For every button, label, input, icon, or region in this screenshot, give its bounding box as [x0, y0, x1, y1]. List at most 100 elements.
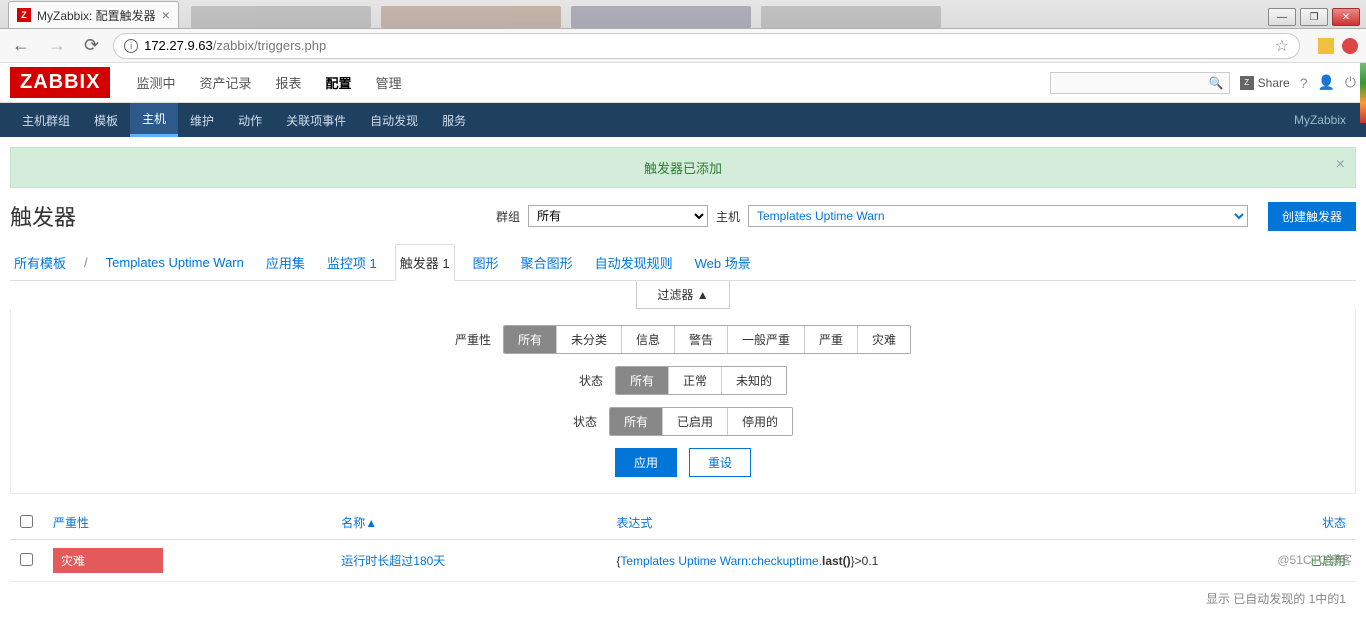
status-disabled[interactable]: 停用的 [728, 408, 792, 435]
nav-inventory[interactable]: 资产记录 [187, 63, 263, 102]
table-footer: 显示 已自动发现的 1中的1 [10, 582, 1356, 615]
trigger-name-link[interactable]: 运行时长超过180天 [341, 554, 445, 568]
subnav-correlation[interactable]: 关联项事件 [274, 103, 358, 137]
page-title: 触发器 [10, 200, 76, 232]
subnav-services[interactable]: 服务 [430, 103, 478, 137]
page-title-row: 触发器 群组 所有 主机 Templates Uptime Warn 创建触发器 [10, 200, 1356, 232]
tab-items[interactable]: 监控项 1 [323, 245, 381, 280]
group-select[interactable]: 所有 [528, 205, 708, 227]
expr-func: last() [822, 554, 851, 568]
minimize-button[interactable]: — [1268, 8, 1296, 26]
extension-icon[interactable] [1318, 38, 1334, 54]
apply-button[interactable]: 应用 [615, 448, 677, 477]
reload-button[interactable]: ⟳ [80, 35, 103, 56]
expr-link[interactable]: Templates Uptime Warn:checkuptime. [620, 554, 822, 568]
side-indicator [1360, 63, 1366, 123]
maximize-button[interactable]: ❐ [1300, 8, 1328, 26]
nav-administration[interactable]: 管理 [364, 63, 414, 102]
state-segmented: 所有 正常 未知的 [615, 366, 787, 395]
nav-reports[interactable]: 报表 [263, 63, 313, 102]
url-text: 172.27.9.63/zabbix/triggers.php [144, 38, 326, 53]
ghost-tab[interactable] [191, 6, 371, 28]
subnav-actions[interactable]: 动作 [226, 103, 274, 137]
header-name[interactable]: 名称▲ [331, 506, 606, 540]
severity-notclassified[interactable]: 未分类 [557, 326, 622, 353]
alert-close-icon[interactable]: × [1336, 156, 1345, 174]
ghost-tab[interactable] [761, 6, 941, 28]
tab-screens[interactable]: 聚合图形 [517, 245, 577, 280]
back-button[interactable]: ← [8, 35, 34, 56]
watermark: @51CTO博客 [1277, 551, 1352, 568]
adblock-icon[interactable] [1342, 38, 1358, 54]
severity-segmented: 所有 未分类 信息 警告 一般严重 严重 灾难 [503, 325, 911, 354]
header-severity[interactable]: 严重性 [43, 506, 331, 540]
alert-text: 触发器已添加 [644, 161, 722, 176]
severity-high[interactable]: 严重 [805, 326, 858, 353]
search-icon[interactable]: 🔍 [1209, 76, 1224, 90]
link-template-name[interactable]: Templates Uptime Warn [102, 247, 248, 278]
main-nav: 监测中 资产记录 报表 配置 管理 [124, 63, 413, 102]
close-icon[interactable]: × [162, 7, 170, 23]
state-unknown[interactable]: 未知的 [722, 367, 786, 394]
info-icon[interactable]: i [124, 39, 138, 53]
status-all[interactable]: 所有 [610, 408, 663, 435]
content-area: 触发器已添加 × 触发器 群组 所有 主机 Templates Uptime W… [0, 137, 1366, 625]
tab-triggers[interactable]: 触发器 1 [395, 244, 455, 281]
logout-icon[interactable]: ⏻ [1345, 74, 1356, 91]
search-input[interactable] [1050, 72, 1230, 94]
create-trigger-button[interactable]: 创建触发器 [1268, 202, 1356, 231]
share-z-icon: Z [1240, 76, 1254, 90]
expression-cell: {Templates Uptime Warn:checkuptime.last(… [606, 540, 1231, 582]
forward-button[interactable]: → [44, 35, 70, 56]
subnav-maintenance[interactable]: 维护 [178, 103, 226, 137]
share-label: Share [1258, 76, 1290, 90]
share-button[interactable]: Z Share [1240, 76, 1290, 90]
reset-button[interactable]: 重设 [689, 448, 751, 477]
tab-graphs[interactable]: 图形 [469, 245, 503, 280]
ghost-tab[interactable] [381, 6, 561, 28]
tab-title: MyZabbix: 配置触发器 [37, 7, 156, 24]
user-icon[interactable]: 👤 [1317, 74, 1334, 91]
select-all-checkbox[interactable] [20, 515, 33, 528]
link-all-templates[interactable]: 所有模板 [10, 245, 70, 280]
group-label: 群组 [496, 208, 520, 225]
host-select[interactable]: Templates Uptime Warn [748, 205, 1248, 227]
row-checkbox[interactable] [20, 553, 33, 566]
status-segmented: 所有 已启用 停用的 [609, 407, 793, 436]
tab-applications[interactable]: 应用集 [262, 245, 309, 280]
url-input[interactable]: i 172.27.9.63/zabbix/triggers.php ☆ [113, 33, 1300, 59]
close-window-button[interactable]: ✕ [1332, 8, 1360, 26]
ghost-tab[interactable] [571, 6, 751, 28]
header-checkbox[interactable] [10, 506, 43, 540]
subnav-discovery[interactable]: 自动发现 [358, 103, 430, 137]
state-all[interactable]: 所有 [616, 367, 669, 394]
state-normal[interactable]: 正常 [669, 367, 722, 394]
zabbix-logo[interactable]: ZABBIX [10, 67, 110, 98]
tab-discovery-rules[interactable]: 自动发现规则 [591, 245, 677, 280]
triggers-table: 严重性 名称▲ 表达式 状态 灾难 运行时长超过180天 {Templates … [10, 506, 1356, 582]
severity-warning[interactable]: 警告 [675, 326, 728, 353]
zabbix-favicon: Z [17, 8, 31, 22]
nav-configuration[interactable]: 配置 [314, 63, 364, 102]
filter-toggle-row: 过滤器 ▲ [10, 281, 1356, 309]
browser-tab-active[interactable]: Z MyZabbix: 配置触发器 × [8, 1, 179, 28]
severity-information[interactable]: 信息 [622, 326, 675, 353]
severity-badge: 灾难 [53, 548, 163, 573]
bookmark-star-icon[interactable]: ☆ [1275, 36, 1289, 56]
nav-monitoring[interactable]: 监测中 [124, 63, 187, 102]
subnav-templates[interactable]: 模板 [82, 103, 130, 137]
tab-web-scenarios[interactable]: Web 场景 [691, 245, 755, 280]
help-icon[interactable]: ? [1300, 75, 1308, 91]
header-expression: 表达式 [606, 506, 1231, 540]
severity-disaster[interactable]: 灾难 [858, 326, 910, 353]
severity-average[interactable]: 一般严重 [728, 326, 805, 353]
header-status[interactable]: 状态 [1232, 506, 1356, 540]
window-controls: — ❐ ✕ [1262, 6, 1366, 28]
filter-toggle[interactable]: 过滤器 ▲ [636, 281, 729, 309]
subnav-hostgroups[interactable]: 主机群组 [10, 103, 82, 137]
browser-tabs-bar: Z MyZabbix: 配置触发器 × — ❐ ✕ [0, 0, 1366, 29]
sub-nav: 主机群组 模板 主机 维护 动作 关联项事件 自动发现 服务 MyZabbix [0, 103, 1366, 137]
status-enabled[interactable]: 已启用 [663, 408, 728, 435]
subnav-hosts[interactable]: 主机 [130, 103, 178, 137]
severity-all[interactable]: 所有 [504, 326, 557, 353]
